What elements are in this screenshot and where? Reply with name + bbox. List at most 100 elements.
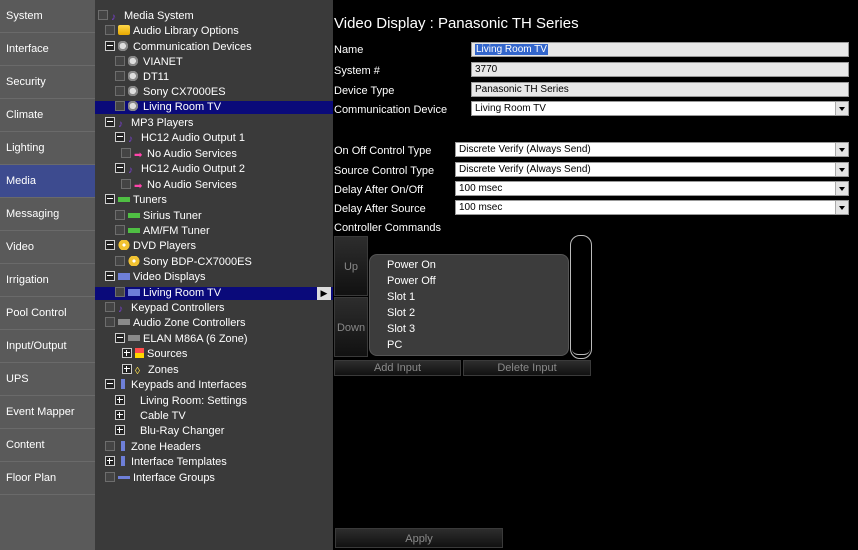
nav-item-pool-control[interactable]: Pool Control xyxy=(0,297,95,330)
tree-item-elan-m86a[interactable]: ELAN M86A (6 Zone) xyxy=(115,333,248,346)
tree-item-dt11[interactable]: DT11 xyxy=(115,71,169,84)
tree-checkbox[interactable] xyxy=(121,148,131,158)
tree-checkbox[interactable] xyxy=(115,287,125,297)
expand-icon[interactable] xyxy=(115,425,125,435)
add-input-button[interactable]: Add Input xyxy=(334,360,461,376)
nav-item-video[interactable]: Video xyxy=(0,231,95,264)
tree-item-interface-templates[interactable]: Interface Templates xyxy=(105,456,227,469)
tree-item-living-room-tv-comm[interactable]: Living Room TV xyxy=(95,101,333,114)
tree-item-zones[interactable]: ◊ Zones xyxy=(122,364,179,377)
tree-item-media-system[interactable]: ♪ Media System xyxy=(98,10,194,23)
command-item[interactable]: Power On xyxy=(370,257,568,273)
nav-item-security[interactable]: Security xyxy=(0,66,95,99)
tree-checkbox[interactable] xyxy=(115,56,125,66)
nav-item-system[interactable]: System xyxy=(0,0,95,33)
collapse-icon[interactable] xyxy=(115,132,125,142)
name-field[interactable]: Living Room TV xyxy=(471,42,849,57)
comm-device-dropdown[interactable]: Living Room TV xyxy=(471,101,849,116)
tree-item-tuners[interactable]: Tuners xyxy=(105,194,167,207)
nav-item-interface[interactable]: Interface xyxy=(0,33,95,66)
command-item[interactable]: Slot 3 xyxy=(370,321,568,337)
tree-checkbox[interactable] xyxy=(115,225,125,235)
music-note-icon: ♪ xyxy=(128,165,133,176)
tree-item-sony-bdp[interactable]: Sony BDP-CX7000ES xyxy=(115,256,252,269)
tree-item-no-audio-services-1[interactable]: ➡ No Audio Services xyxy=(121,148,237,161)
scroll-thumb[interactable] xyxy=(572,349,590,355)
tree-item-zone-headers[interactable]: Zone Headers xyxy=(105,441,201,454)
tree-item-blu-ray-changer[interactable]: Blu-Ray Changer xyxy=(115,425,224,438)
expand-icon[interactable] xyxy=(122,364,132,374)
collapse-icon[interactable] xyxy=(105,194,115,204)
tree-checkbox[interactable] xyxy=(105,472,115,482)
tree-item-mp3-players[interactable]: ♪ MP3 Players xyxy=(105,117,193,130)
source-control-dropdown[interactable]: Discrete Verify (Always Send) xyxy=(455,162,849,177)
tree-checkbox[interactable] xyxy=(115,256,125,266)
move-up-button[interactable]: Up xyxy=(334,236,368,296)
tree-item-keypad-controllers[interactable]: ♪ Keypad Controllers xyxy=(105,302,225,315)
tree-item-sirius-tuner[interactable]: Sirius Tuner xyxy=(115,210,202,223)
onoff-control-dropdown[interactable]: Discrete Verify (Always Send) xyxy=(455,142,849,157)
nav-item-messaging[interactable]: Messaging xyxy=(0,198,95,231)
tree-item-hc12-output-2[interactable]: ♪ HC12 Audio Output 2 xyxy=(115,163,245,176)
expand-icon[interactable] xyxy=(105,456,115,466)
nav-item-input-output[interactable]: Input/Output xyxy=(0,330,95,363)
delay-source-dropdown[interactable]: 100 msec xyxy=(455,200,849,215)
nav-item-climate[interactable]: Climate xyxy=(0,99,95,132)
collapse-icon[interactable] xyxy=(105,379,115,389)
tree-item-audio-library-options[interactable]: Audio Library Options xyxy=(105,25,239,38)
tree-item-no-audio-services-2[interactable]: ➡ No Audio Services xyxy=(121,179,237,192)
tree-item-video-displays[interactable]: Video Displays xyxy=(105,271,206,284)
controller-commands-list[interactable]: Power On Power Off Slot 1 Slot 2 Slot 3 … xyxy=(369,254,569,356)
expand-icon[interactable] xyxy=(115,410,125,420)
delete-input-button[interactable]: Delete Input xyxy=(463,360,591,376)
tree-checkbox[interactable] xyxy=(105,441,115,451)
tree-item-vianet[interactable]: VIANET xyxy=(115,56,183,69)
tree-checkbox[interactable] xyxy=(115,101,125,111)
move-down-button[interactable]: Down xyxy=(334,297,368,357)
delay-onoff-dropdown[interactable]: 100 msec xyxy=(455,181,849,196)
command-item[interactable]: Slot 2 xyxy=(370,305,568,321)
collapse-icon[interactable] xyxy=(115,333,125,343)
tree-checkbox[interactable] xyxy=(121,179,131,189)
collapse-icon[interactable] xyxy=(105,240,115,250)
system-number-field[interactable]: 3770 xyxy=(471,62,849,77)
tree-checkbox[interactable] xyxy=(105,302,115,312)
nav-item-irrigation[interactable]: Irrigation xyxy=(0,264,95,297)
tree-checkbox[interactable] xyxy=(115,86,125,96)
tree-checkbox[interactable] xyxy=(105,317,115,327)
collapse-icon[interactable] xyxy=(105,271,115,281)
collapse-icon[interactable] xyxy=(105,41,115,51)
tree-item-dvd-players[interactable]: DVD Players xyxy=(105,240,196,253)
nav-item-content[interactable]: Content xyxy=(0,429,95,462)
nav-item-floor-plan[interactable]: Floor Plan xyxy=(0,462,95,495)
tree-item-audio-zone-controllers[interactable]: Audio Zone Controllers xyxy=(105,317,246,330)
command-item[interactable]: Power Off xyxy=(370,273,568,289)
tree-item-living-room-tv-display[interactable]: Living Room TV ▶ xyxy=(95,287,333,300)
expand-icon[interactable] xyxy=(115,395,125,405)
tree-checkbox[interactable] xyxy=(115,71,125,81)
tree-item-hc12-output-1[interactable]: ♪ HC12 Audio Output 1 xyxy=(115,132,245,145)
tree-checkbox[interactable] xyxy=(115,210,125,220)
tree-item-communication-devices[interactable]: Communication Devices xyxy=(105,41,252,54)
tree-item-keypads-interfaces[interactable]: Keypads and Interfaces xyxy=(105,379,247,392)
tree-item-interface-groups[interactable]: Interface Groups xyxy=(105,472,215,485)
expand-arrow-icon[interactable]: ▶ xyxy=(317,287,331,300)
tree-item-sony-cx7000es[interactable]: Sony CX7000ES xyxy=(115,86,226,99)
collapse-icon[interactable] xyxy=(115,163,125,173)
nav-item-lighting[interactable]: Lighting xyxy=(0,132,95,165)
nav-item-ups[interactable]: UPS xyxy=(0,363,95,396)
command-item[interactable]: Slot 1 xyxy=(370,289,568,305)
collapse-icon[interactable] xyxy=(105,117,115,127)
command-item[interactable]: PC xyxy=(370,337,568,353)
tree-checkbox[interactable] xyxy=(98,10,108,20)
nav-item-media[interactable]: Media xyxy=(0,165,95,198)
tree-item-living-room-settings[interactable]: Living Room: Settings xyxy=(115,395,247,408)
tree-item-cable-tv[interactable]: Cable TV xyxy=(115,410,186,423)
tree-item-sources[interactable]: Sources xyxy=(122,348,187,361)
tree-checkbox[interactable] xyxy=(105,25,115,35)
expand-icon[interactable] xyxy=(122,348,132,358)
nav-item-event-mapper[interactable]: Event Mapper xyxy=(0,396,95,429)
tree-item-amfm-tuner[interactable]: AM/FM Tuner xyxy=(115,225,210,238)
commands-scrollbar[interactable] xyxy=(570,235,592,359)
apply-button[interactable]: Apply xyxy=(335,528,503,548)
